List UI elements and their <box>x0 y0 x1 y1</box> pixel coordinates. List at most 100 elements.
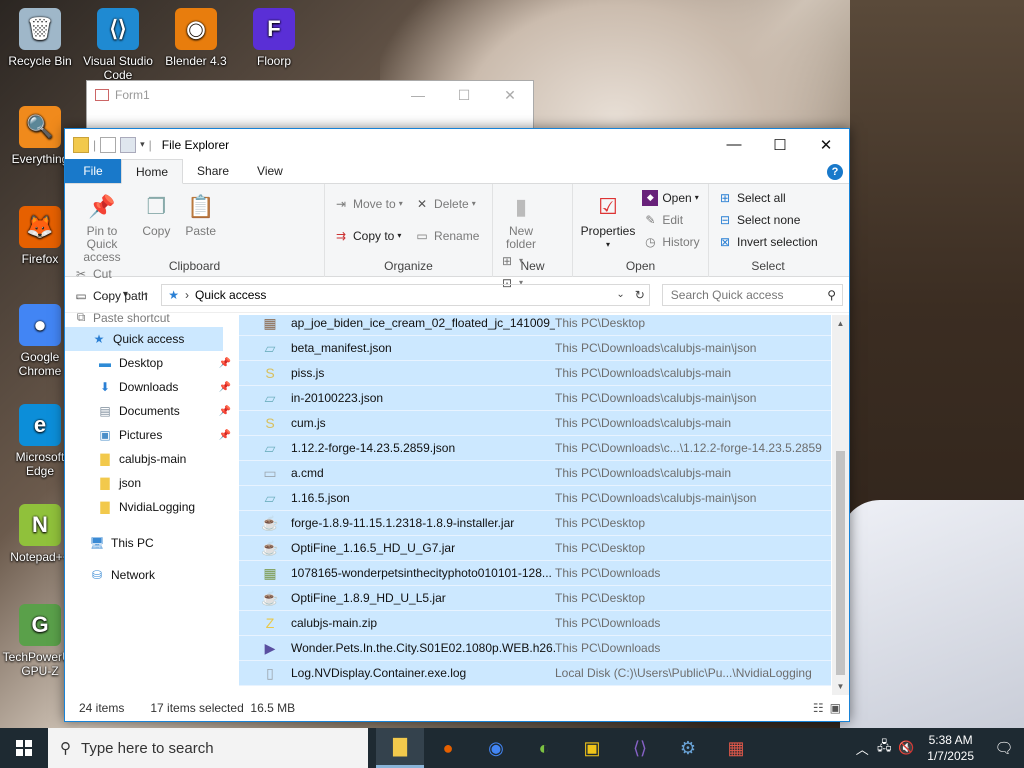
taskbar-app-app-settings-icon[interactable]: ⚙ <box>664 728 712 768</box>
pin-icon: 📌 <box>218 405 231 417</box>
new-folder-icon[interactable] <box>120 136 137 153</box>
minimize-button[interactable]: — <box>711 129 757 160</box>
tab-file[interactable]: File <box>65 159 121 183</box>
file-row[interactable]: ☕ OptiFine_1.8.9_HD_U_L5.jar This PC\Deskt… <box>239 586 831 611</box>
form1-minimize-button[interactable]: — <box>395 81 441 109</box>
invert-selection-button[interactable]: ⊠ Invert selection <box>717 232 818 251</box>
show-hidden-icons-chevron-icon[interactable]: ︿ <box>851 739 873 758</box>
properties-button[interactable]: ☑ Properties ▾ <box>579 188 637 251</box>
move-to-button[interactable]: ⇥ Move to ▾ <box>333 194 403 213</box>
file-location: This PC\Downloads <box>555 566 661 580</box>
taskbar-app-firefox-icon[interactable]: ● <box>424 728 472 768</box>
desktop-icon-recycle-bin[interactable]: 🗑 Recycle Bin <box>2 8 78 68</box>
select-none-button[interactable]: ⊟ Select none <box>717 210 818 229</box>
file-location: This PC\Desktop <box>555 316 646 330</box>
file-row[interactable]: ▦ ap_joe_biden_ice_cream_02_floated_jc_14… <box>239 315 831 336</box>
nav-item-pictures[interactable]: ▣ Pictures 📌 <box>65 423 239 447</box>
vertical-scrollbar[interactable]: ▲ ▼ <box>832 315 849 695</box>
nav-item-desktop[interactable]: ▬ Desktop 📌 <box>65 351 239 375</box>
taskbar-app-file-explorer-icon[interactable]: ▇ <box>376 728 424 768</box>
taskbar-app-chrome-icon[interactable]: ◉ <box>472 728 520 768</box>
scroll-up-icon[interactable]: ▲ <box>832 315 849 332</box>
file-row[interactable]: ▱ beta_manifest.json This PC\Downloads\cal… <box>239 336 831 361</box>
file-row[interactable]: ▯ Log.NVDisplay.Container.exe.log Local Di… <box>239 661 831 686</box>
file-explorer-window[interactable]: | ▾ | File Explorer — ☐ ✕ File Home Shar… <box>64 128 850 722</box>
folder-icon[interactable] <box>73 136 89 153</box>
file-row[interactable]: ▱ 1.12.2-forge-14.23.5.2859.json This PC\D… <box>239 436 831 461</box>
file-row[interactable]: Spiss.js This PC\Downloads\calubjs-main <box>239 361 831 386</box>
nav-item-label: Downloads <box>119 380 179 394</box>
volume-muted-icon[interactable]: 🔇 <box>895 740 917 756</box>
customize-toolbar-chevron-icon[interactable]: ▾ <box>140 139 145 150</box>
new-group-label: New <box>520 259 545 273</box>
nav-item-json[interactable]: ▇ json <box>65 471 239 495</box>
large-icons-view-icon[interactable]: ▣ <box>830 701 841 715</box>
file-row[interactable]: ▱ in-20100223.json This PC\Downloads\calub… <box>239 386 831 411</box>
select-all-button[interactable]: ⊞ Select all <box>717 188 818 207</box>
edit-button[interactable]: ✎ Edit <box>642 210 699 229</box>
copy-button[interactable]: ❐ Copy <box>136 188 176 238</box>
file-row[interactable]: ▦ 1078165-wonderpetsinthecityphoto010101-… <box>239 561 831 586</box>
scrollbar-thumb[interactable] <box>836 451 845 675</box>
address-bar[interactable]: ★ › Quick access ⌄ ↻ <box>161 283 650 306</box>
nav-item-quick-access[interactable]: ★ Quick access <box>65 327 223 351</box>
file-row[interactable]: Scum.js This PC\Downloads\calubjs-main <box>239 411 831 436</box>
app-icon: e <box>19 404 61 446</box>
new-folder-button[interactable]: ▮ New folder <box>499 188 543 251</box>
file-row[interactable]: Zcalubjs-main.zip This PC\Downloads <box>239 611 831 636</box>
file-name: 1078165-wonderpetsinthecityphoto010101-1… <box>291 566 552 580</box>
open-button[interactable]: ◆ Open ▾ <box>642 188 699 207</box>
desktop-icon-label: Visual Studio Code <box>83 54 153 82</box>
taskbar-app-app-green-icon[interactable]: ◐ <box>520 728 568 768</box>
nav-item-label: NvidiaLogging <box>119 500 196 514</box>
file-row[interactable]: ▶ Wonder.Pets.In.the.City.S01E02.1080p.WE… <box>239 636 831 661</box>
tab-view[interactable]: View <box>243 159 297 183</box>
chevron-down-icon: ▾ <box>605 240 610 249</box>
pin-to-quick-access-button[interactable]: 📌 Pin to Quick access <box>71 188 133 264</box>
desktop-icon-visual-studio-code[interactable]: ⟨⟩ Visual Studio Code <box>80 8 156 82</box>
properties-icon[interactable] <box>100 136 117 153</box>
close-button[interactable]: ✕ <box>803 129 849 160</box>
form1-close-button[interactable]: ✕ <box>487 81 533 109</box>
explorer-titlebar[interactable]: | ▾ | File Explorer — ☐ ✕ <box>65 129 849 160</box>
nav-item-nvidialogging[interactable]: ▇ NvidiaLogging <box>65 495 239 519</box>
paste-button[interactable]: 📋 Paste <box>180 188 222 238</box>
nav-item-documents[interactable]: ▤ Documents 📌 <box>65 399 239 423</box>
address-dropdown-chevron-icon[interactable]: ⌄ <box>616 289 624 300</box>
notifications-icon[interactable]: 🗨 <box>984 739 1024 757</box>
nav-item-downloads[interactable]: ⬇ Downloads 📌 <box>65 375 239 399</box>
file-row[interactable]: ▭ a.cmd This PC\Downloads\calubjs-main <box>239 461 831 486</box>
file-row[interactable]: ☕ OptiFine_1.16.5_HD_U_G7.jar This PC\Desk… <box>239 536 831 561</box>
taskbar-app-visual-studio-icon[interactable]: ⟨⟩ <box>616 728 664 768</box>
desktop-icon-floorp[interactable]: F Floorp <box>236 8 312 68</box>
nav-item-label: Pictures <box>119 428 163 442</box>
history-button[interactable]: ◷ History <box>642 232 700 251</box>
tab-share[interactable]: Share <box>183 159 243 183</box>
pin-icon: 📌 <box>88 193 116 219</box>
details-view-icon[interactable]: ☷ <box>813 701 824 715</box>
delete-button[interactable]: ✕ Delete ▾ <box>414 194 479 213</box>
tab-home[interactable]: Home <box>121 159 184 184</box>
clock[interactable]: 5:38 AM 1/7/2025 <box>927 732 974 764</box>
nav-item-calubjs-main[interactable]: ▇ calubjs-main <box>65 447 239 471</box>
taskbar-app-app-yellow-icon[interactable]: ▣ <box>568 728 616 768</box>
form1-maximize-button[interactable]: ☐ <box>441 81 487 109</box>
taskbar-search-box[interactable]: ⚲ Type here to search <box>48 728 368 768</box>
scroll-down-icon[interactable]: ▼ <box>832 678 849 695</box>
refresh-icon[interactable]: ↻ <box>635 288 645 302</box>
nav-item-network[interactable]: ⛁ Network <box>65 559 239 591</box>
nav-item-this-pc[interactable]: 🖥 This PC <box>65 527 239 559</box>
maximize-button[interactable]: ☐ <box>757 129 803 160</box>
help-button[interactable]: ? <box>827 164 843 180</box>
search-input[interactable]: Search Quick access ⚲ <box>661 283 843 306</box>
network-icon[interactable]: 🖧 <box>873 737 895 759</box>
start-button[interactable] <box>0 728 48 768</box>
copy-to-button[interactable]: ⇉ Copy to ▾ <box>333 226 403 245</box>
file-row[interactable]: ☕ forge-1.8.9-11.15.1.2318-1.8.9-installe… <box>239 511 831 536</box>
taskbar-app-app-tiles-icon[interactable]: ▦ <box>712 728 760 768</box>
file-row[interactable]: ▱ 1.16.5.json This PC\Downloads\calubjs-ma… <box>239 486 831 511</box>
copy-path-button[interactable]: ▭ Copy path <box>73 286 170 305</box>
desktop-icon-blender-4-3[interactable]: ◉ Blender 4.3 <box>158 8 234 68</box>
json-file-icon: ▱ <box>264 489 276 506</box>
rename-button[interactable]: ▭ Rename <box>414 226 479 245</box>
